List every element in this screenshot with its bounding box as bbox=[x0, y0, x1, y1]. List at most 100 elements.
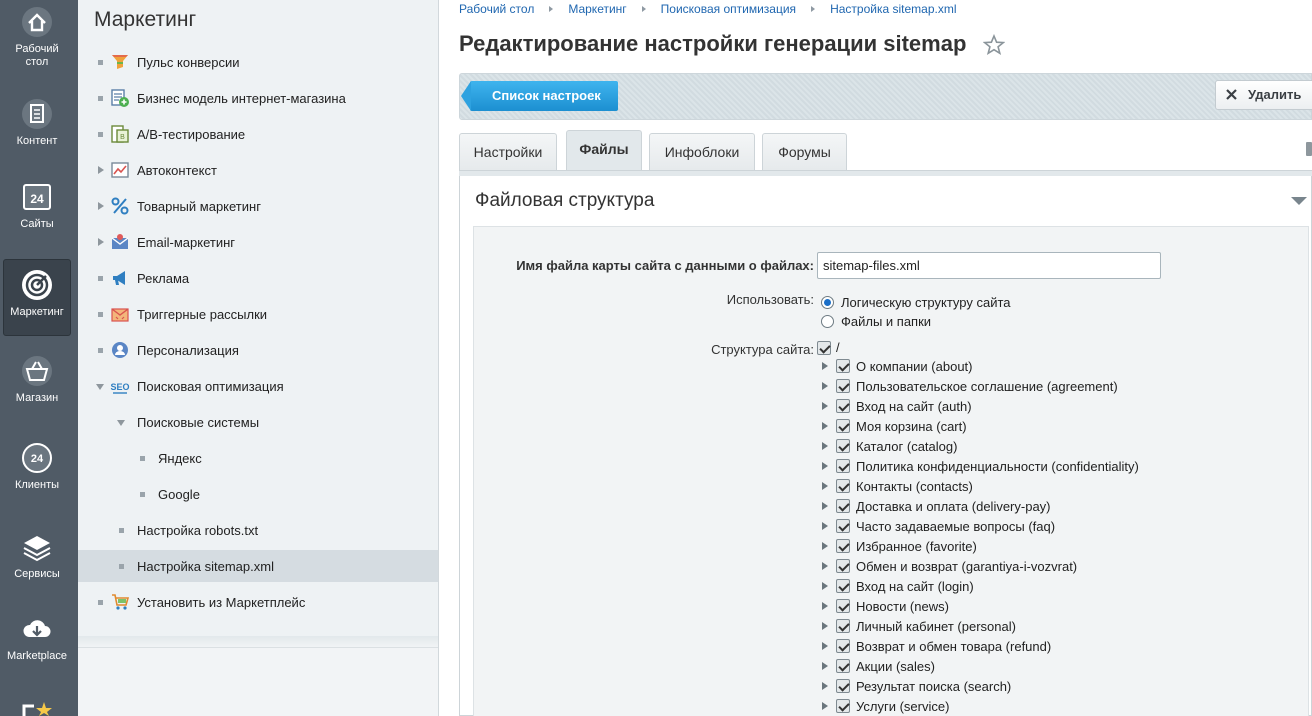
collapse-section-icon[interactable] bbox=[1291, 197, 1307, 205]
radio-files-folders[interactable]: Файлы и папки bbox=[821, 314, 931, 329]
expand-arrow-icon[interactable] bbox=[822, 422, 828, 430]
menu-item-yandex[interactable]: Яндекс bbox=[78, 442, 438, 474]
menu-item-seo[interactable]: SEO Поисковая оптимизация bbox=[78, 370, 438, 402]
checkbox[interactable] bbox=[836, 519, 850, 533]
expand-arrow-icon[interactable] bbox=[822, 562, 828, 570]
checkbox[interactable] bbox=[836, 699, 850, 713]
menu-item-personalization[interactable]: Персонализация bbox=[78, 334, 438, 366]
expand-arrow-icon[interactable] bbox=[822, 522, 828, 530]
tree-item: Обмен и возврат (garantiya-i-vozvrat) bbox=[822, 556, 1077, 576]
breadcrumb-item-desktop[interactable]: Рабочий стол bbox=[459, 2, 534, 16]
expand-arrow-icon[interactable] bbox=[822, 622, 828, 630]
rail-item-services[interactable]: Сервисы bbox=[3, 531, 71, 581]
menu-item-trigger-mailings[interactable]: Триггерные рассылки bbox=[78, 298, 438, 330]
rail-item-sites[interactable]: 24 Сайты bbox=[3, 181, 71, 231]
checkbox[interactable] bbox=[836, 559, 850, 573]
bullet-marker bbox=[95, 57, 105, 67]
expand-arrow-icon[interactable] bbox=[822, 502, 828, 510]
menu-item-search-engines[interactable]: Поисковые системы bbox=[78, 406, 438, 438]
rail-item-clients[interactable]: 24 Клиенты bbox=[3, 442, 71, 492]
tree-item-label: Вход на сайт (auth) bbox=[856, 398, 972, 414]
radio-button[interactable] bbox=[821, 296, 834, 309]
expand-arrow-icon[interactable] bbox=[822, 362, 828, 370]
menu-item-ab-testing[interactable]: B A/B-тестирование bbox=[78, 118, 438, 150]
menu-item-robots[interactable]: Настройка robots.txt bbox=[78, 514, 438, 546]
bullet-marker bbox=[95, 273, 105, 283]
breadcrumb-item-seo[interactable]: Поисковая оптимизация bbox=[661, 2, 796, 16]
checkbox[interactable] bbox=[836, 599, 850, 613]
tab-infoblocks[interactable]: Инфоблоки bbox=[649, 133, 755, 170]
tree-item: Политика конфиденциальности (confidentia… bbox=[822, 456, 1139, 476]
expand-arrow-icon[interactable] bbox=[822, 542, 828, 550]
expand-arrow-icon[interactable] bbox=[96, 237, 106, 247]
tree-item: О компании (about) bbox=[822, 356, 973, 376]
expand-arrow-icon[interactable] bbox=[822, 582, 828, 590]
menu-item-product-marketing[interactable]: Товарный маркетинг bbox=[78, 190, 438, 222]
checkbox[interactable] bbox=[836, 439, 850, 453]
expand-arrow-icon[interactable] bbox=[822, 662, 828, 670]
collapse-arrow-icon[interactable] bbox=[95, 382, 105, 392]
close-icon bbox=[1226, 89, 1237, 100]
expand-arrow-icon[interactable] bbox=[822, 682, 828, 690]
expand-arrow-icon[interactable] bbox=[822, 442, 828, 450]
filename-input[interactable] bbox=[817, 252, 1161, 279]
breadcrumb-item-sitemap[interactable]: Настройка sitemap.xml bbox=[830, 2, 956, 16]
expand-arrow-icon[interactable] bbox=[822, 462, 828, 470]
rail-item-content[interactable]: Контент bbox=[3, 98, 71, 148]
checkbox[interactable] bbox=[836, 419, 850, 433]
cloud-download-icon bbox=[23, 620, 51, 637]
checkbox[interactable] bbox=[836, 459, 850, 473]
breadcrumb-item-marketing[interactable]: Маркетинг bbox=[568, 2, 626, 16]
radio-button[interactable] bbox=[821, 315, 834, 328]
menu-item-marketplace-install[interactable]: Установить из Маркетплейс bbox=[78, 586, 438, 618]
rail-item-marketplace[interactable]: Marketplace bbox=[3, 613, 71, 663]
checkbox[interactable] bbox=[836, 679, 850, 693]
radio-logical-structure[interactable]: Логическую структуру сайта bbox=[821, 295, 1011, 310]
tab-forums[interactable]: Форумы bbox=[762, 133, 847, 170]
rail-label: Сайты bbox=[20, 218, 54, 230]
menu-item-sitemap[interactable]: Настройка sitemap.xml bbox=[78, 550, 438, 582]
checkbox[interactable] bbox=[836, 539, 850, 553]
expand-arrow-icon[interactable] bbox=[96, 165, 106, 175]
menu-item-email-marketing[interactable]: Email-маркетинг bbox=[78, 226, 438, 258]
rail-item-desktop[interactable]: Рабочий стол bbox=[3, 6, 71, 69]
tab-files[interactable]: Файлы bbox=[566, 130, 642, 171]
tree-item: Результат поиска (search) bbox=[822, 676, 1011, 696]
menu-item-autocontext[interactable]: Автоконтекст bbox=[78, 154, 438, 186]
expand-arrow-icon[interactable] bbox=[822, 602, 828, 610]
expand-arrow-icon[interactable] bbox=[822, 402, 828, 410]
checkbox[interactable] bbox=[836, 659, 850, 673]
rail-item-shop[interactable]: Магазин bbox=[3, 355, 71, 405]
collapse-arrow-icon[interactable] bbox=[116, 418, 126, 428]
menu-item-conversion-pulse[interactable]: Пульс конверсии bbox=[78, 46, 438, 78]
checkbox[interactable] bbox=[836, 359, 850, 373]
checkbox[interactable] bbox=[836, 579, 850, 593]
expand-arrow-icon[interactable] bbox=[822, 482, 828, 490]
rail-item-marketing[interactable]: Маркетинг bbox=[3, 259, 71, 336]
bullet-marker bbox=[95, 597, 105, 607]
menu-item-advertising[interactable]: Реклама bbox=[78, 262, 438, 294]
favorite-star-icon[interactable] bbox=[983, 34, 1005, 56]
pin-icon[interactable] bbox=[1306, 142, 1312, 156]
checkbox[interactable] bbox=[836, 479, 850, 493]
menu-item-business-model[interactable]: Бизнес модель интернет-магазина bbox=[78, 82, 438, 114]
checkbox[interactable] bbox=[836, 399, 850, 413]
tree-item: Вход на сайт (login) bbox=[822, 576, 974, 596]
delete-button[interactable]: Удалить bbox=[1215, 80, 1312, 110]
tab-settings[interactable]: Настройки bbox=[459, 133, 557, 170]
menu-item-google[interactable]: Google bbox=[78, 478, 438, 510]
checkbox[interactable] bbox=[836, 619, 850, 633]
checkbox[interactable] bbox=[836, 639, 850, 653]
menu-item-label: Пульс конверсии bbox=[137, 54, 240, 70]
expand-arrow-icon[interactable] bbox=[822, 382, 828, 390]
bullet-marker bbox=[95, 345, 105, 355]
checkbox[interactable] bbox=[817, 340, 831, 355]
menu-item-label: Установить из Маркетплейс bbox=[137, 594, 306, 610]
expand-arrow-icon[interactable] bbox=[822, 642, 828, 650]
expand-arrow-icon[interactable] bbox=[822, 702, 828, 710]
file-structure-form: Имя файла карты сайта с данными о файлах… bbox=[473, 226, 1309, 716]
expand-arrow-icon[interactable] bbox=[96, 201, 106, 211]
checkbox[interactable] bbox=[836, 499, 850, 513]
settings-list-button[interactable]: Список настроек bbox=[461, 81, 618, 111]
checkbox[interactable] bbox=[836, 379, 850, 393]
